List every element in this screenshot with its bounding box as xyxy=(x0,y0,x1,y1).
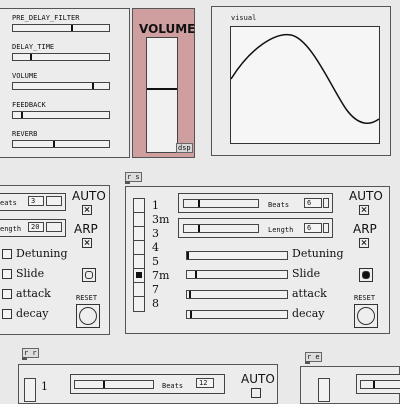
patch-left-detuning-checkbox[interactable] xyxy=(2,249,12,259)
patch-main-reset-button[interactable] xyxy=(354,304,378,328)
patch-left-attack-label: attack xyxy=(16,287,51,300)
patch-main-arp-toggle[interactable] xyxy=(359,238,369,248)
effect-param-label: REVERB xyxy=(12,130,38,138)
patch-main-decay-label: decay xyxy=(292,307,325,320)
step-radio-cell[interactable] xyxy=(134,255,144,269)
patch-left-slide-bang[interactable] xyxy=(82,268,96,282)
patch-main-auto-label: AUTO xyxy=(349,189,383,203)
patch-main-tag-outlet xyxy=(125,181,130,184)
volume-slider-thumb[interactable] xyxy=(147,88,177,90)
effect-param-slider-thumb[interactable] xyxy=(71,25,73,31)
volume-slider[interactable] xyxy=(146,37,178,153)
step-label: 1 xyxy=(152,199,159,212)
patch-left-length-slider[interactable] xyxy=(46,222,62,232)
patch-bottom-right-radio[interactable] xyxy=(318,378,330,402)
volume-title: VOLUME xyxy=(139,22,196,36)
patch-bottom-mid-auto-toggle[interactable] xyxy=(251,388,261,398)
effect-param-slider-thumb[interactable] xyxy=(92,83,94,89)
patch-left-reset-button[interactable] xyxy=(76,304,100,328)
patch-left-detuning-label: Detuning xyxy=(16,247,68,260)
patch-bottom-mid-beats-label: Beats xyxy=(162,382,184,390)
patch-left-beats-label: eats xyxy=(0,199,17,207)
patch-main-decay-slider[interactable] xyxy=(186,310,288,319)
patch-left-slide-checkbox[interactable] xyxy=(2,269,12,279)
effect-param-slider-thumb[interactable] xyxy=(53,141,55,147)
visual-graph xyxy=(230,26,380,144)
effect-param-label: DELAY_TIME xyxy=(12,43,55,51)
step-label: 3 xyxy=(152,227,159,240)
patch-left-length-label: ength xyxy=(0,225,22,233)
effect-param-slider[interactable] xyxy=(12,24,110,32)
step-label: 7 xyxy=(152,283,159,296)
patch-left-reset-label: RESET xyxy=(76,294,98,302)
patch-left-arp-toggle[interactable] xyxy=(82,238,92,248)
patch-main-slide-label: Slide xyxy=(292,267,321,280)
patch-bottom-right-beats-slider[interactable] xyxy=(360,380,400,389)
patch-main-detuning-label: Detuning xyxy=(292,247,344,260)
patch-left-beats-slider[interactable] xyxy=(46,196,62,206)
effect-param-slider-thumb[interactable] xyxy=(30,54,32,60)
patch-main-arp-label: ARP xyxy=(353,222,377,236)
step-label: 7m xyxy=(152,269,170,282)
effect-param-label: PRE_DELAY_FILTER xyxy=(12,14,80,22)
patch-main-decay-slider-thumb[interactable] xyxy=(190,311,192,318)
patch-main-slide-slider-thumb[interactable] xyxy=(195,271,197,278)
effect-param-slider[interactable] xyxy=(12,111,110,119)
step-radio-cell[interactable] xyxy=(134,227,144,241)
step-radio-cell[interactable] xyxy=(134,241,144,255)
patch-main-attack-slider-thumb[interactable] xyxy=(189,291,191,298)
step-radio-cell[interactable] xyxy=(134,213,144,227)
step-radio-cell[interactable] xyxy=(134,297,144,311)
effect-param-label: VOLUME xyxy=(12,72,38,80)
patch-left-decay-label: decay xyxy=(16,307,49,320)
step-label: 5 xyxy=(152,255,159,268)
patch-main-detuning-slider[interactable] xyxy=(186,251,288,260)
patch-main-length-slider[interactable] xyxy=(183,224,259,233)
step-radio-cell[interactable] xyxy=(134,283,144,297)
patch-main-beats-value[interactable]: 6 xyxy=(304,198,322,208)
patch-bottom-mid-beats-value[interactable]: 12 xyxy=(196,378,214,388)
step-label: 3m xyxy=(152,213,170,226)
visual-label: visual xyxy=(231,14,257,22)
patch-main-slide-slider[interactable] xyxy=(186,270,288,279)
step-label: 8 xyxy=(152,297,159,310)
patch-bottom-mid-beats-slider[interactable] xyxy=(74,380,154,389)
patch-bottom-right-outlet xyxy=(305,361,310,364)
patch-main-length-label: Length xyxy=(268,226,294,234)
step-radio[interactable] xyxy=(133,198,145,312)
step-radio-cell[interactable] xyxy=(134,199,144,213)
patch-main-beats-slider[interactable] xyxy=(183,199,259,208)
patch-bottom-mid-auto-label: AUTO xyxy=(241,372,275,386)
sine-wave xyxy=(230,33,380,124)
patch-left-decay-checkbox[interactable] xyxy=(2,309,12,319)
patch-bottom-left-outlet xyxy=(22,357,27,360)
patch-left-attack-checkbox[interactable] xyxy=(2,289,12,299)
patch-left-auto-label: AUTO xyxy=(72,189,106,203)
patch-left-slide-label: Slide xyxy=(16,267,45,280)
patch-main-auto-toggle[interactable] xyxy=(359,205,369,215)
patch-main-reset-label: RESET xyxy=(354,294,376,302)
patch-main-detuning-slider-thumb[interactable] xyxy=(187,252,189,259)
effect-param-label: FEEDBACK xyxy=(12,101,46,109)
patch-left-auto-toggle[interactable] xyxy=(82,205,92,215)
patch-main-length-stepper[interactable] xyxy=(323,223,329,233)
step-radio-cell[interactable] xyxy=(134,269,144,283)
effect-param-slider[interactable] xyxy=(12,140,110,148)
effect-param-slider[interactable] xyxy=(12,82,110,90)
effect-param-slider[interactable] xyxy=(12,53,110,61)
patch-bottom-left-radio[interactable] xyxy=(24,378,36,402)
patch-left-beats-value[interactable]: 3 xyxy=(28,196,44,206)
patch-left-length-value[interactable]: 20 xyxy=(28,222,44,232)
patch-left-arp-label: ARP xyxy=(74,222,98,236)
step-label: 4 xyxy=(152,241,159,254)
patch-main-slide-bang[interactable] xyxy=(359,268,373,282)
patch-bottom-left-step-1: 1 xyxy=(41,380,48,393)
patch-main-beats-label: Beats xyxy=(268,201,290,209)
patch-main-length-value[interactable]: 6 xyxy=(304,223,322,233)
patch-main-attack-label: attack xyxy=(292,287,327,300)
dsp-toggle[interactable]: dsp xyxy=(176,143,193,153)
patch-main-beats-stepper[interactable] xyxy=(323,198,329,208)
patch-main-attack-slider[interactable] xyxy=(186,290,288,299)
effect-param-slider-thumb[interactable] xyxy=(21,112,23,118)
